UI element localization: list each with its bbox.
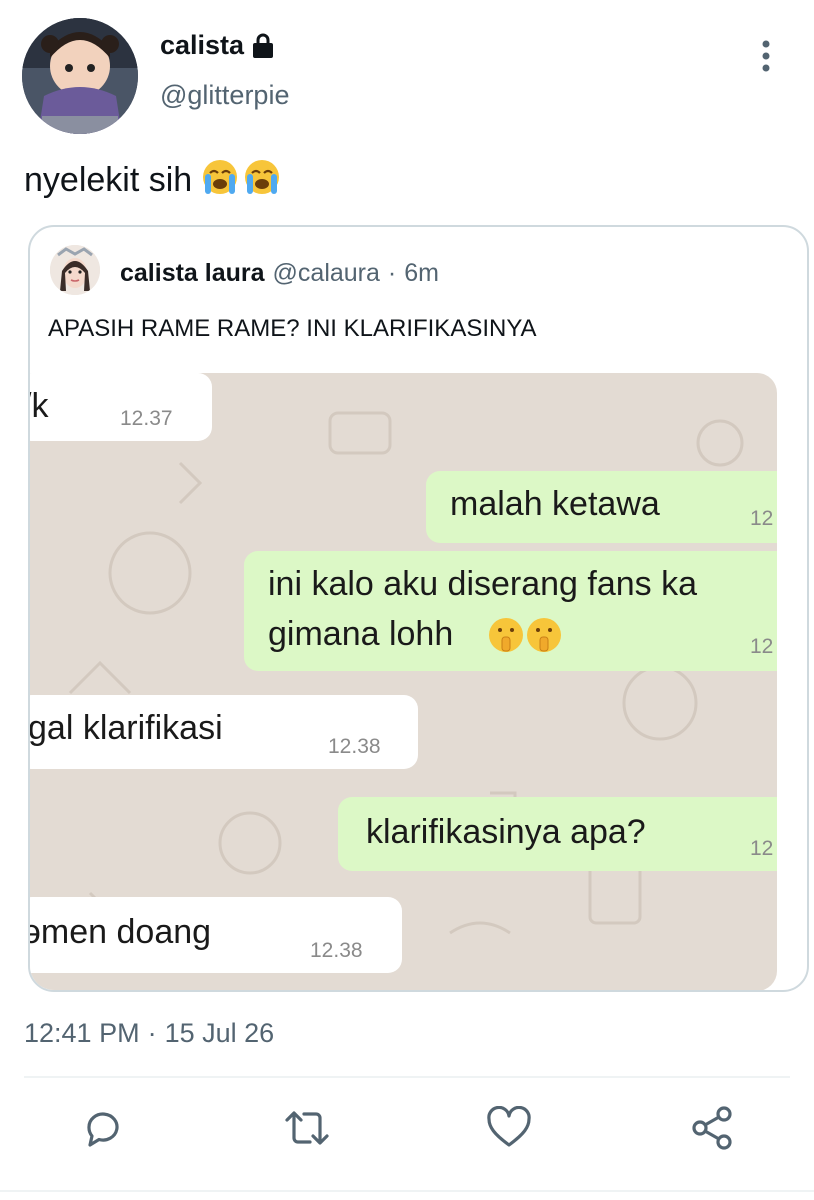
retweet-button[interactable] [282,1105,332,1155]
tweet-time[interactable]: 12:41 PM [24,1018,140,1049]
quoted-tweet-text: APASIH RAME RAME? INI KLARIFIKASINYA [48,315,537,342]
quoted-tweet-card[interactable]: calista laura @calaura · 6m APASIH RAME … [28,225,809,992]
author-display-name[interactable]: calista [160,30,244,61]
separator-dot: · [147,1018,157,1048]
chat-message-time: 12.37 [120,407,173,430]
chat-message-text: əmen doang [30,913,212,951]
chat-message-text: gal klarifikasi [30,709,223,747]
separator-dot: · [387,259,397,287]
chat-message-incoming: gal klarifikasi 12.38 [30,695,418,769]
quoted-tweet-age[interactable]: 6m [404,259,439,288]
shushing-face-icon [488,615,564,664]
chat-message-text-line2: gimana lohh [268,615,454,653]
chat-message-time: 12 [750,507,774,530]
share-button[interactable] [688,1105,738,1155]
chat-message-incoming: /k 12.37 [30,373,212,441]
heart-icon [486,1105,532,1155]
chat-message-outgoing: malah ketawa 12 [426,471,777,543]
author-avatar[interactable] [22,18,138,134]
like-button[interactable] [484,1105,534,1155]
tweet-text: nyelekit sih [24,156,282,205]
more-options-icon[interactable] [754,38,778,74]
chat-message-time: 12.38 [328,735,381,758]
chat-message-time: 12.38 [310,939,363,962]
tweet-timestamp[interactable]: 12:41 PM · 15 Jul 26 [24,1018,274,1049]
chat-message-time: 12 [750,635,774,658]
reply-icon [81,1106,125,1155]
chat-message-incoming: əmen doang 12.38 [30,897,402,973]
retweet-icon [283,1106,331,1155]
chat-message-text: /k [30,387,49,425]
share-icon [690,1105,736,1156]
chat-message-text-line1: ini kalo aku diserang fans ka [268,565,698,603]
chat-message-text: klarifikasinya apa? [366,813,646,851]
reply-button[interactable] [78,1105,128,1155]
quoted-author-avatar[interactable] [50,245,100,295]
tweet-text-content: nyelekit sih [24,161,193,199]
divider [24,1076,790,1078]
chat-screenshot-image[interactable]: /k 12.37 malah ketawa 12 ini kalo aku di… [30,373,777,990]
lock-icon [252,33,274,59]
tweet-date[interactable]: 15 Jul 26 [165,1018,275,1049]
chat-message-text: malah ketawa [450,485,660,523]
divider [0,1190,814,1192]
quoted-author-name[interactable]: calista laura [120,259,265,288]
loudly-crying-face-icon [242,156,282,205]
chat-message-outgoing: ini kalo aku diserang fans ka gimana loh… [244,551,777,671]
quoted-author-handle[interactable]: @calaura [273,259,380,288]
chat-message-time: 12 [750,837,774,860]
loudly-crying-face-icon [200,156,240,205]
author-handle[interactable]: @glitterpie [160,80,289,111]
chat-message-outgoing: klarifikasinya apa? 12 [338,797,777,871]
